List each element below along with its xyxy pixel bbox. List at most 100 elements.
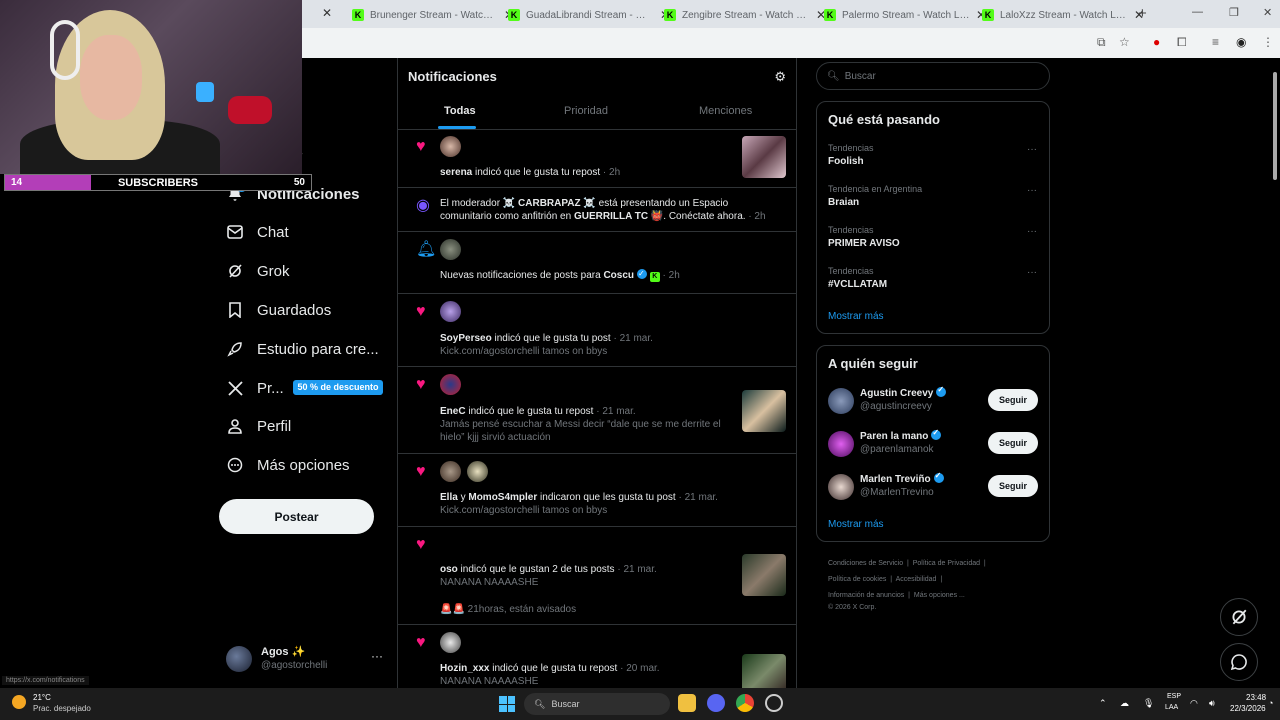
post-button[interactable]: Postear <box>219 499 374 534</box>
footer-link[interactable]: Política de cookies <box>828 576 886 583</box>
notification-action: indicó que le gusta tu repost <box>489 663 618 674</box>
file-explorer-icon[interactable] <box>678 694 696 712</box>
post-thumbnail[interactable] <box>742 654 786 688</box>
avatar <box>440 301 461 322</box>
more-icon[interactable]: ··· <box>371 649 383 663</box>
chevron-up-icon[interactable]: ⌃ <box>1099 698 1107 709</box>
trend-name[interactable]: PRIMER AVISO <box>828 238 900 249</box>
input-language[interactable]: ESP <box>1167 693 1181 700</box>
scrollbar-thumb[interactable] <box>1273 72 1277 180</box>
extension-icon[interactable]: ● <box>1153 35 1160 49</box>
rocket-icon <box>226 340 244 358</box>
sun-icon[interactable] <box>12 695 26 709</box>
notification-action: indicó que le gusta tu repost <box>465 406 594 417</box>
notification-item[interactable]: ♥ Ella y MomoS4mpler indicaron que les g… <box>398 455 796 527</box>
browser-menu-icon[interactable]: ⋮ <box>1262 35 1274 49</box>
more-icon[interactable]: ··· <box>1027 226 1037 237</box>
footer-link[interactable]: Más opciones ... <box>914 592 965 599</box>
nav-item-chat[interactable]: Chat <box>226 223 289 241</box>
notification-item[interactable]: ♥ SoyPerseo indicó que le gusta tu post … <box>398 295 796 367</box>
follow-button[interactable]: Seguir <box>988 389 1038 411</box>
gear-icon[interactable]: ⚙ <box>774 69 786 85</box>
notification-item[interactable]: ♥ serena indicó que le gusta tu repost ·… <box>398 130 796 188</box>
browser-tab[interactable]: KPalermo Stream - Watch Live on Kick✕ <box>824 4 986 26</box>
follow-button[interactable]: Seguir <box>988 475 1038 497</box>
post-thumbnail[interactable] <box>742 390 786 432</box>
browser-tab[interactable]: K GuadaLibrandi Stream - Watch Live on Ki… <box>508 4 670 26</box>
nav-item-more-options[interactable]: Más opciones <box>226 456 350 474</box>
follow-button[interactable]: Seguir <box>988 432 1038 454</box>
microphone-icon[interactable]: 🎙︎ <box>1143 698 1154 709</box>
app-icon[interactable] <box>765 694 783 712</box>
avatar[interactable] <box>828 474 854 500</box>
browser-tab[interactable]: KZengibre Stream - Watch Live on Kick✕ <box>664 4 826 26</box>
maximize-icon[interactable]: ❐ <box>1229 6 1239 19</box>
bookmark-star-icon[interactable]: ☆ <box>1119 35 1130 49</box>
notification-item[interactable]: ♥ Hozin_xxx indicó que le gusta tu repos… <box>398 626 796 688</box>
avatar[interactable] <box>828 431 854 457</box>
user-name[interactable]: Marlen Treviño <box>860 471 944 485</box>
footer-link[interactable]: Accesibilidad <box>896 576 937 583</box>
install-app-icon[interactable]: ⧉ <box>1097 35 1106 50</box>
tab-priority[interactable]: Prioridad <box>564 105 608 117</box>
more-icon[interactable]: ··· <box>1027 144 1037 155</box>
user-name-text: Paren la mano <box>860 431 929 442</box>
nav-item-bookmarks[interactable]: Guardados <box>226 301 331 319</box>
grok-icon[interactable] <box>1220 598 1258 636</box>
nav-item-premium[interactable]: Pr... <box>226 379 284 397</box>
show-more-link[interactable]: Mostrar más <box>828 311 884 322</box>
tab-mentions[interactable]: Menciones <box>699 105 752 117</box>
footer-link[interactable]: Condiciones de Servicio <box>828 560 903 567</box>
clock-date[interactable]: 22/3/2026 <box>1230 704 1266 713</box>
wifi-icon[interactable]: ◠ <box>1190 698 1198 709</box>
more-icon[interactable]: ··· <box>1027 267 1037 278</box>
notification-item[interactable]: ◉ El moderador ☠️ CARBRAPAZ ☠️ está pres… <box>398 189 796 232</box>
weather-description[interactable]: Prac. despejado <box>33 704 91 713</box>
window-close-icon[interactable]: ✕ <box>1263 6 1272 19</box>
browser-tab[interactable]: KLaloXzz Stream - Watch Live on Kick✕ <box>982 4 1144 26</box>
notification-item[interactable]: ♥ EneC indicó que le gusta tu repost · 2… <box>398 368 796 454</box>
heart-icon: ♥ <box>416 536 426 553</box>
profile-icon[interactable]: ◉ <box>1236 35 1246 49</box>
search-input[interactable]: 🔍︎ Buscar <box>816 62 1050 90</box>
tab-all[interactable]: Todas <box>444 105 476 117</box>
address-bar[interactable] <box>302 28 1280 58</box>
notification-item[interactable]: 🔔︎ Nuevas notificaciones de posts para C… <box>398 233 796 294</box>
weather-temperature[interactable]: 21°C <box>33 693 51 702</box>
post-thumbnail[interactable] <box>742 554 786 596</box>
discord-icon[interactable] <box>707 694 725 712</box>
user-name[interactable]: Paren la mano <box>860 428 942 442</box>
trend-name[interactable]: Braian <box>828 197 859 208</box>
reading-list-icon[interactable]: ≡ <box>1212 35 1219 49</box>
nav-item-grok[interactable]: Grok <box>226 262 290 280</box>
input-layout[interactable]: LAA <box>1165 704 1178 711</box>
trend-name[interactable]: #VCLLATAM <box>828 279 887 290</box>
show-more-link[interactable]: Mostrar más <box>828 519 884 530</box>
clock-time[interactable]: 23:48 <box>1246 693 1266 702</box>
notification-item[interactable]: ♥ oso indicó que le gustan 2 de tus post… <box>398 528 796 625</box>
nav-item-creator-studio[interactable]: Estudio para cre... <box>226 340 379 358</box>
nav-item-profile[interactable]: Perfil <box>226 417 291 435</box>
minimize-icon[interactable]: — <box>1192 6 1203 18</box>
account-switcher[interactable]: Agos ✨ @agostorchelli ··· <box>226 643 386 679</box>
chrome-icon[interactable] <box>736 694 754 712</box>
trend-name[interactable]: Foolish <box>828 156 864 167</box>
windows-start-icon[interactable] <box>499 696 515 712</box>
tab-close-icon[interactable]: ✕ <box>322 6 332 20</box>
footer-link[interactable]: Información de anuncios <box>828 592 904 599</box>
notification-text: El moderador ☠️ CARBRAPAZ ☠️ está presen… <box>440 197 790 223</box>
more-icon[interactable]: ··· <box>1027 185 1037 196</box>
kick-icon: K <box>508 9 520 21</box>
cloud-icon[interactable]: ☁ <box>1120 698 1129 709</box>
new-tab-button[interactable]: + <box>1138 5 1147 22</box>
post-thumbnail[interactable] <box>742 136 786 178</box>
taskbar-search[interactable]: 🔍︎ Buscar <box>524 693 670 715</box>
volume-icon[interactable]: 🔊︎ <box>1209 698 1215 709</box>
user-name[interactable]: Agustin Creevy <box>860 385 947 399</box>
extensions-puzzle-icon[interactable]: ⧠ <box>1177 35 1187 50</box>
footer-link[interactable]: Política de Privacidad <box>913 560 980 567</box>
browser-tab[interactable]: KBrunenger Stream - Watch Live on Kick✕ <box>352 4 514 26</box>
avatar[interactable] <box>828 388 854 414</box>
notification-center-icon[interactable]: ◔ <box>1268 698 1273 708</box>
chat-bubble-icon[interactable] <box>1220 643 1258 681</box>
